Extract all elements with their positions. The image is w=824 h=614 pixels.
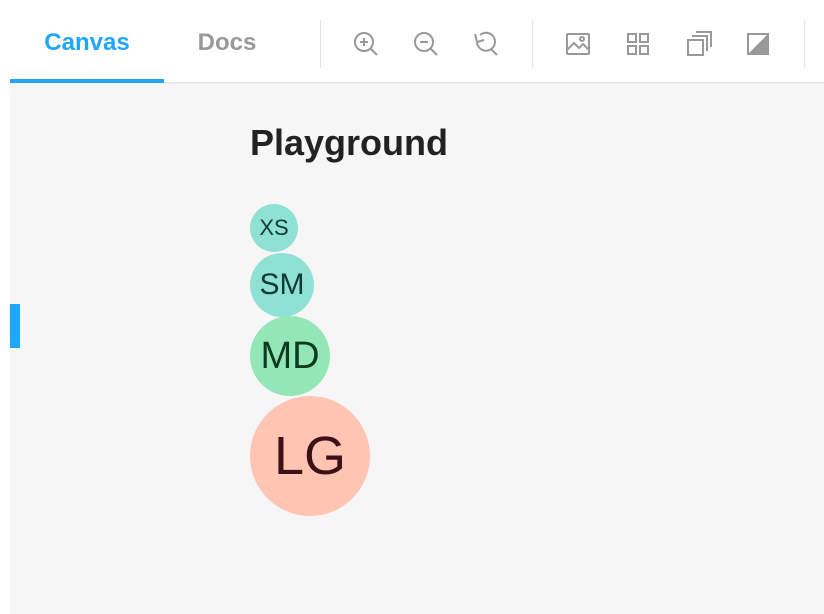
theme-contrast-icon	[747, 33, 769, 55]
tab-canvas-label: Canvas	[44, 29, 130, 56]
avatar-sm: SM	[250, 253, 314, 317]
avatar-xs: XS	[250, 204, 298, 252]
storybook-app: Canvas Docs Playground XS SM MD LG	[10, 4, 824, 614]
viewport-button[interactable]	[682, 28, 714, 60]
viewport-icon	[687, 31, 712, 56]
reset-zoom-icon	[474, 31, 498, 56]
avatar-lg: LG	[250, 396, 370, 516]
background-icon	[566, 33, 590, 55]
sidebar-resize-handle[interactable]	[10, 304, 20, 348]
reset-zoom-button[interactable]	[470, 28, 502, 60]
toolbar-divider	[320, 20, 321, 68]
tab-docs[interactable]: Docs	[164, 4, 290, 82]
grid-icon	[627, 33, 649, 55]
zoom-out-button[interactable]	[410, 28, 442, 60]
avatar-lg-label: LG	[273, 426, 347, 486]
tab-canvas[interactable]: Canvas	[10, 4, 164, 83]
zoom-out-icon	[414, 32, 438, 56]
zoom-in-button[interactable]	[350, 28, 382, 60]
avatar-xs-label: XS	[259, 215, 289, 240]
active-tab-indicator	[10, 79, 164, 83]
avatar-sm-label: SM	[259, 268, 305, 301]
page-title: Playground	[250, 122, 449, 163]
toolbar-divider	[532, 20, 533, 68]
avatar-md-label: MD	[260, 334, 320, 377]
toolbar-divider	[804, 20, 805, 68]
background-button[interactable]	[562, 28, 594, 60]
grid-button[interactable]	[622, 28, 654, 60]
avatar-md: MD	[250, 316, 330, 396]
zoom-in-icon	[354, 32, 378, 56]
tab-docs-label: Docs	[197, 29, 257, 56]
theme-contrast-button[interactable]	[742, 28, 774, 60]
toolbar: Canvas Docs	[10, 4, 824, 83]
